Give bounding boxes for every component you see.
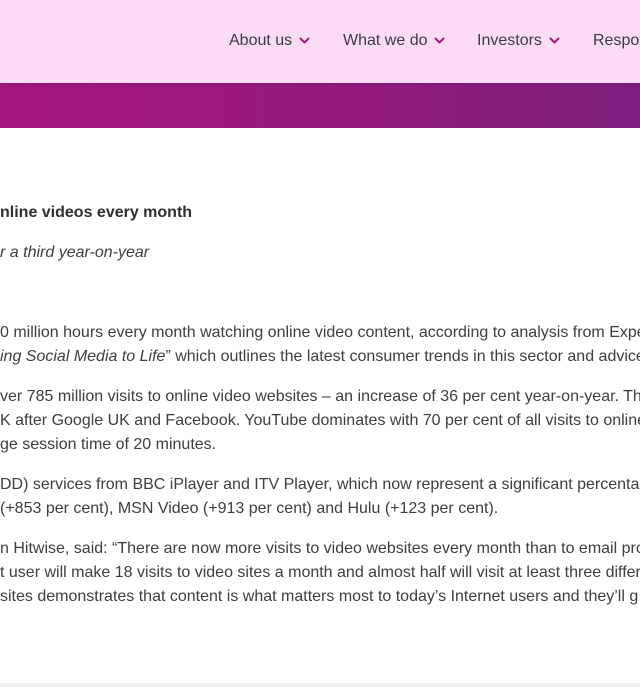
nav-responsibility-label: Respo (593, 32, 640, 49)
paragraph-1-line-2-rest: ” which outlines the latest consumer tre… (165, 348, 640, 365)
footer-divider (0, 683, 640, 687)
nav-about-us[interactable]: About us (229, 31, 310, 51)
paragraph-3-line-1: DD) services from BBC iPlayer and ITV Pl… (0, 476, 640, 493)
article-headline: nline videos every month (0, 204, 193, 221)
chevron-down-icon (434, 37, 445, 44)
paragraph-2-line-2: K after Google UK and Facebook. YouTube … (0, 412, 640, 429)
report-title: ing Social Media to Life (0, 348, 166, 365)
paragraph-1-line-2: ing Social Media to Life” which outlines… (0, 347, 640, 367)
site-header: About us What we do Investors Respo (0, 0, 640, 83)
article-body: nline videos every month r a third year-… (0, 128, 640, 684)
nav-responsibility[interactable]: Respo (593, 31, 639, 51)
paragraph-3-line-2: (+853 per cent), MSN Video (+913 per cen… (0, 500, 499, 517)
hero-banner (0, 83, 640, 128)
nav-what-we-do[interactable]: What we do (343, 31, 445, 51)
paragraph-4-line-2: t user will make 18 visits to video site… (0, 564, 640, 581)
article-subheadline: r a third year-on-year (0, 244, 150, 261)
paragraph-4-line-1: n Hitwise, said: “There are now more vis… (0, 540, 640, 557)
paragraph-2-line-1: ver 785 million visits to online video w… (0, 388, 640, 405)
chevron-down-icon (299, 37, 310, 44)
paragraph-2-line-3: ge session time of 20 minutes. (0, 436, 217, 453)
nav-investors-label: Investors (477, 32, 542, 49)
page: About us What we do Investors Respo nlin… (0, 0, 640, 687)
nav-what-we-do-label: What we do (343, 32, 428, 49)
chevron-down-icon (549, 37, 560, 44)
paragraph-4-line-3: sites demonstrates that content is what … (0, 588, 639, 605)
paragraph-1-line-1: 0 million hours every month watching onl… (0, 324, 640, 341)
nav-investors[interactable]: Investors (477, 31, 560, 51)
nav-about-us-label: About us (229, 32, 293, 49)
